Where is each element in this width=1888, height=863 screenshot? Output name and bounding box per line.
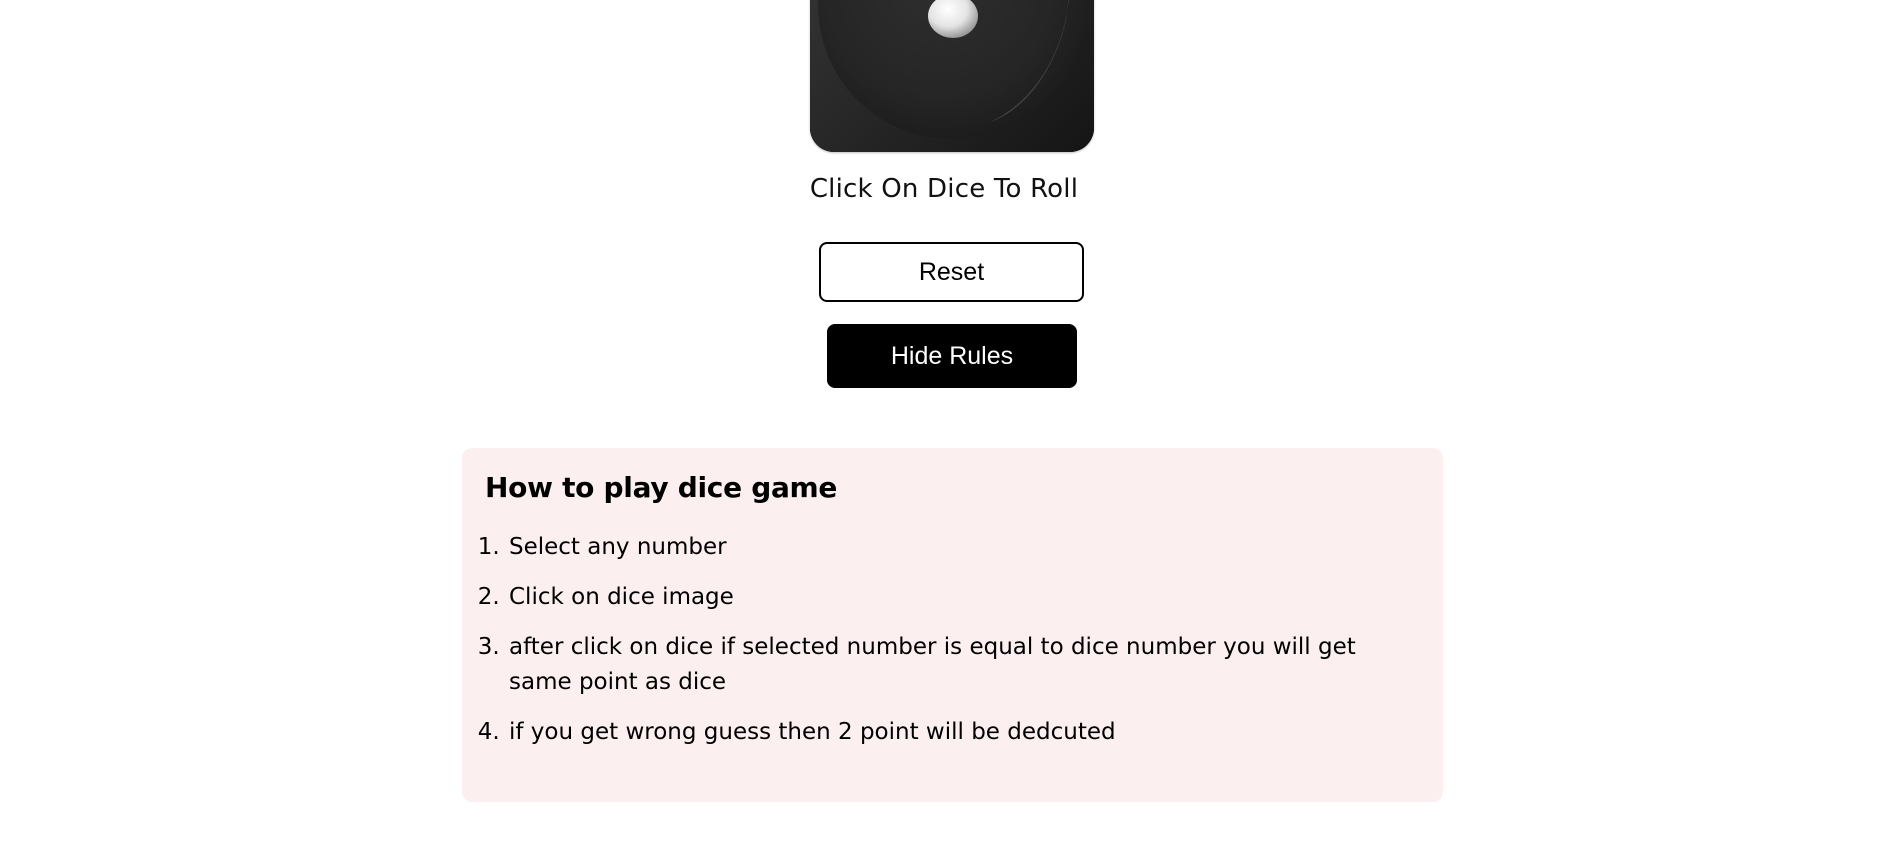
dice-image[interactable] (810, 0, 1094, 152)
dice-game-page: Click On Dice To Roll Reset Hide Rules H… (0, 0, 1888, 863)
rules-title: How to play dice game (485, 471, 838, 504)
rule-item: Click on dice image (507, 580, 1419, 615)
rules-panel: How to play dice game Select any number … (462, 448, 1443, 802)
hide-rules-button[interactable]: Hide Rules (827, 324, 1077, 388)
dice-face-icon (810, 0, 1094, 152)
rule-item: if you get wrong guess then 2 point will… (507, 715, 1419, 750)
rule-item: Select any number (507, 530, 1419, 565)
rules-list: Select any number Click on dice image af… (485, 530, 1419, 750)
roll-instruction: Click On Dice To Roll (809, 174, 1079, 204)
rule-item: after click on dice if selected number i… (507, 630, 1419, 700)
reset-button[interactable]: Reset (819, 242, 1084, 302)
